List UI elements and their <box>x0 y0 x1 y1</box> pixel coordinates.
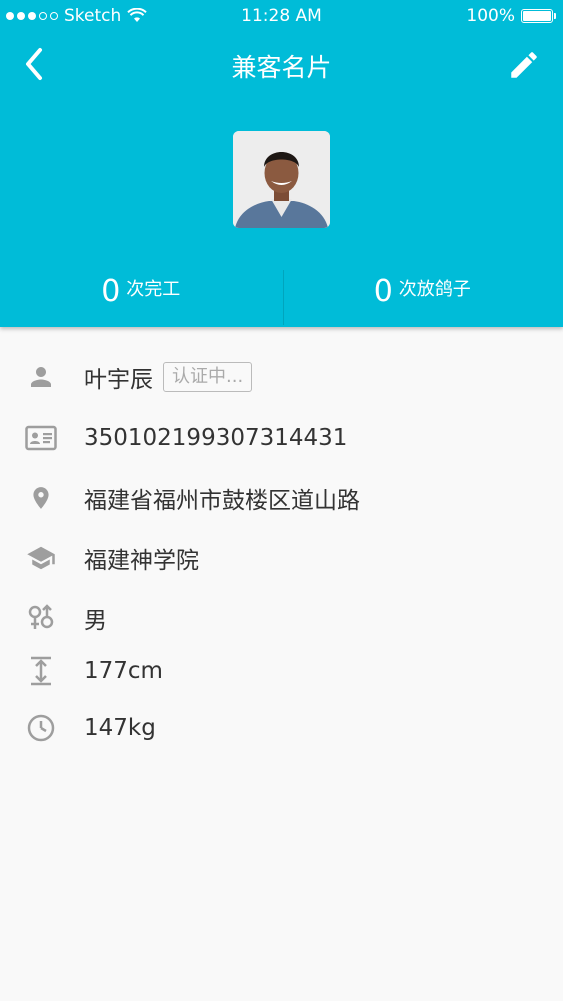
weight-value: 147kg <box>84 715 156 741</box>
height-row: 177cm <box>0 651 563 691</box>
name-field: 叶宇辰 认证中... <box>84 360 253 394</box>
status-bar: Sketch 11:28 AM 100% <box>0 0 563 32</box>
avatar-photo-icon <box>233 131 330 228</box>
completed-count: 0 <box>101 274 121 309</box>
battery-label: 100% <box>466 6 515 26</box>
height-icon <box>24 654 58 688</box>
id-row: 350102199307314431 <box>0 418 563 458</box>
weight-row: 147kg <box>0 708 563 748</box>
stats-divider <box>283 270 284 325</box>
stats-bar: 0 次完工 0 次放鸽子 <box>0 268 563 326</box>
completed-label: 次完工 <box>126 279 181 300</box>
location-pin-icon <box>24 481 58 515</box>
no-show-stat[interactable]: 0 次放鸽子 <box>282 268 563 326</box>
name-row: 叶宇辰 认证中... <box>0 357 563 397</box>
no-show-label: 次放鸽子 <box>398 279 471 300</box>
school-value: 福建神学院 <box>84 548 199 574</box>
gender-row: 男 <box>0 598 563 638</box>
address-value: 福建省福州市鼓楼区道山路 <box>84 488 360 514</box>
profile-header: Sketch 11:28 AM 100% 兼客名片 0 次完工 0 次放鸽子 <box>0 0 563 327</box>
page-title: 兼客名片 <box>231 53 332 82</box>
address-row: 福建省福州市鼓楼区道山路 <box>0 478 563 518</box>
edit-button[interactable] <box>507 48 541 82</box>
school-row: 福建神学院 <box>0 538 563 578</box>
verify-status-badge: 认证中... <box>163 362 253 392</box>
no-show-count: 0 <box>373 274 393 309</box>
height-value: 177cm <box>84 658 163 684</box>
completed-stat[interactable]: 0 次完工 <box>0 268 282 326</box>
graduation-cap-icon <box>24 541 58 575</box>
gender-icon <box>24 601 58 635</box>
status-right: 100% <box>466 6 556 26</box>
pencil-icon <box>511 52 537 78</box>
avatar[interactable] <box>233 131 330 228</box>
id-number: 350102199307314431 <box>84 425 348 451</box>
name-value: 叶宇辰 <box>84 367 153 393</box>
battery-icon <box>521 9 556 23</box>
gender-value: 男 <box>84 608 107 634</box>
id-card-icon <box>24 421 58 455</box>
scale-icon <box>24 711 58 745</box>
person-icon <box>24 360 58 394</box>
